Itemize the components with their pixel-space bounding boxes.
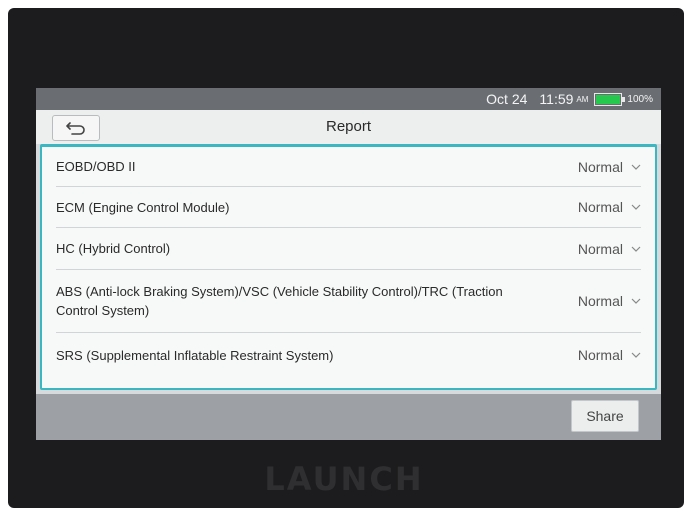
status-date: Oct 24 (486, 91, 528, 107)
report-row-status[interactable]: Normal (578, 293, 641, 309)
chevron-down-icon (631, 204, 641, 210)
brand-logo: LAUNCH (264, 460, 424, 498)
battery-icon (594, 92, 626, 106)
status-value: Normal (577, 347, 623, 363)
report-row-status[interactable]: Normal (578, 241, 641, 257)
battery-tip (622, 96, 626, 102)
report-row-hc[interactable]: HC (Hybrid Control) Normal (56, 228, 641, 270)
chevron-down-icon (631, 298, 641, 304)
report-row-ecm[interactable]: ECM (Engine Control Module) Normal (56, 187, 641, 228)
report-row-srs[interactable]: SRS (Supplemental Inflatable Restraint S… (56, 333, 641, 377)
status-time: 11:59 (539, 91, 574, 107)
chevron-down-icon (631, 352, 641, 358)
screen: Oct 24 11:59 AM 100% Report EOBD/OBD II … (36, 88, 661, 440)
report-row-eobd[interactable]: EOBD/OBD II Normal (56, 147, 641, 187)
report-list: EOBD/OBD II Normal ECM (Engine Control M… (40, 144, 657, 390)
page-title: Report (325, 118, 372, 135)
status-value: Normal (577, 240, 623, 257)
report-row-label: ABS (Anti-lock Braking System)/VSC (Vehi… (56, 284, 503, 318)
chevron-down-icon (631, 164, 641, 170)
status-ampm: AM (576, 94, 589, 104)
report-row-status[interactable]: Normal (578, 159, 641, 175)
report-row-status[interactable]: Normal (578, 199, 641, 215)
report-row-label: ECM (Engine Control Module) (56, 199, 230, 215)
bottom-toolbar: Share (36, 394, 661, 440)
report-row-label: SRS (Supplemental Inflatable Restraint S… (56, 347, 334, 363)
status-value: Normal (577, 158, 623, 175)
share-button[interactable]: Share (571, 400, 639, 432)
report-row-abs[interactable]: ABS (Anti-lock Braking System)/VSC (Vehi… (56, 270, 641, 333)
report-row-label: HC (Hybrid Control) (56, 241, 171, 256)
title-bar: Report (36, 110, 661, 144)
report-row-status[interactable]: Normal (578, 347, 641, 363)
battery-fill (596, 94, 621, 104)
return-arrow-icon (66, 122, 85, 135)
report-row-label: EOBD/OBD II (56, 159, 136, 174)
battery-percent: 100% (627, 93, 653, 105)
chevron-down-icon (631, 246, 641, 252)
status-bar: Oct 24 11:59 AM 100% (36, 88, 661, 110)
status-value: Normal (577, 293, 623, 309)
status-value: Normal (577, 199, 623, 215)
back-button[interactable] (52, 115, 100, 141)
